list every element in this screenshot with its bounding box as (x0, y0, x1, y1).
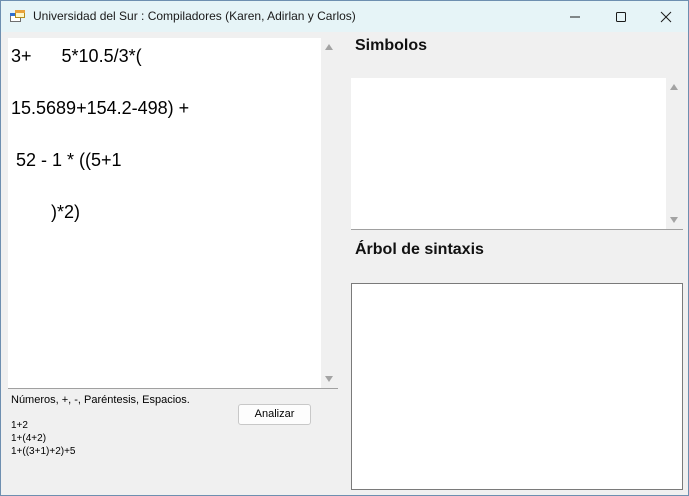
minimize-icon (570, 16, 580, 18)
expression-line: 15.5689+154.2-498) + (11, 98, 190, 118)
examples-list: 1+2 1+(4+2) 1+((3+1)+2)+5 (11, 419, 76, 458)
syntax-tree-title: Árbol de sintaxis (355, 241, 484, 258)
analyze-button[interactable]: Analizar (238, 404, 311, 425)
app-icon[interactable] (10, 10, 25, 23)
expression-line: )*2) (11, 202, 81, 222)
syntax-tree-view[interactable] (351, 283, 683, 490)
expression-line: 3+ 5*10.5/3*( (11, 46, 142, 66)
title-bar[interactable]: Universidad del Sur : Compiladores (Kare… (1, 1, 688, 32)
maximize-button[interactable] (598, 1, 644, 32)
expression-input[interactable]: 3+ 5*10.5/3*( 15.5689+154.2-498) + 52 - … (8, 38, 338, 389)
scroll-down-arrow-icon[interactable] (670, 217, 678, 223)
scroll-down-arrow-icon[interactable] (325, 376, 333, 382)
expression-line: 52 - 1 * ((5+1 (11, 150, 122, 170)
symbols-scrollbar[interactable] (666, 78, 683, 229)
client-area: 3+ 5*10.5/3*( 15.5689+154.2-498) + 52 - … (1, 32, 688, 495)
allowed-input-hint: Números, +, -, Paréntesis, Espacios. (11, 394, 190, 406)
close-icon (660, 11, 672, 23)
scroll-up-arrow-icon[interactable] (670, 84, 678, 90)
example-item: 1+(4+2) (11, 433, 47, 444)
expression-text[interactable]: 3+ 5*10.5/3*( 15.5689+154.2-498) + 52 - … (11, 43, 189, 251)
symbols-list[interactable] (351, 78, 683, 230)
example-item: 1+((3+1)+2)+5 (11, 446, 76, 457)
minimize-button[interactable] (552, 1, 598, 32)
example-item: 1+2 (11, 420, 28, 431)
maximize-icon (616, 12, 626, 22)
window-title: Universidad del Sur : Compiladores (Kare… (33, 9, 356, 23)
editor-scrollbar[interactable] (321, 38, 338, 388)
close-button[interactable] (643, 1, 689, 32)
scroll-up-arrow-icon[interactable] (325, 44, 333, 50)
symbols-title: Simbolos (355, 37, 428, 54)
app-window: Universidad del Sur : Compiladores (Kare… (0, 0, 689, 496)
